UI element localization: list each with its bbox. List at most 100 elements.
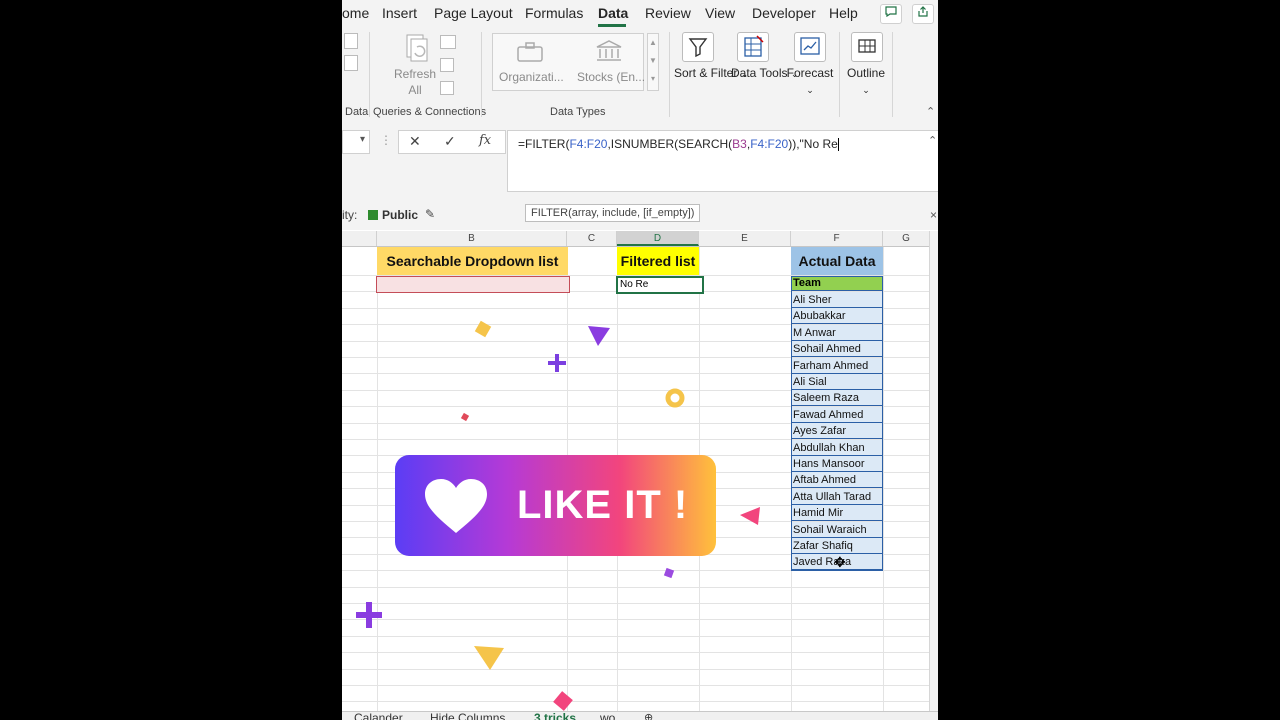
insert-function-icon[interactable]: fx <box>479 133 491 148</box>
enter-icon[interactable]: ✓ <box>444 133 456 150</box>
team-member-cell[interactable]: Saleem Raza <box>791 390 882 407</box>
menu-review[interactable]: Review <box>645 5 691 21</box>
team-member-cell[interactable]: Hans Mansoor <box>791 456 882 472</box>
formula-input[interactable]: =FILTER(F4:F20,ISNUMBER(SEARCH(B3,F4:F20… <box>507 130 938 192</box>
stocks-label[interactable]: Stocks (En... <box>577 70 645 84</box>
edit-links-icon[interactable] <box>440 81 454 95</box>
collapse-formula-icon[interactable]: ⌃ <box>928 134 937 147</box>
properties-icon[interactable] <box>440 58 454 72</box>
grid-row-line <box>342 586 930 588</box>
column-header-d[interactable]: D <box>617 231 699 246</box>
tab-hide-columns[interactable]: Hide Columns <box>430 712 505 720</box>
sensitivity-value[interactable]: Public <box>382 208 418 222</box>
confetti-ring <box>665 388 685 408</box>
team-member-cell[interactable]: Sohail Ahmed <box>791 341 882 358</box>
filtered-header-cell[interactable]: Filtered list <box>617 247 699 275</box>
actual-header-cell[interactable]: Actual Data <box>791 247 883 275</box>
team-member-cell[interactable]: Ali Sial <box>791 374 882 390</box>
stocks-icon <box>595 39 623 68</box>
cell-cursor-icon: ✥ <box>834 554 846 570</box>
select-all-corner[interactable] <box>342 231 377 246</box>
share-icon[interactable] <box>912 4 934 24</box>
outline-button[interactable]: Outline ⌄ <box>842 65 890 98</box>
text-cursor <box>837 138 839 152</box>
column-headers: B C D E F G <box>342 231 930 247</box>
team-member-cell[interactable]: M Anwar <box>791 324 882 341</box>
column-header-b[interactable]: B <box>377 231 567 246</box>
formula-part: ,ISNUMBER(SEARCH( <box>607 137 733 151</box>
menu-formulas[interactable]: Formulas <box>525 5 583 21</box>
outline-label: Outline <box>846 66 886 80</box>
formula-ref: F4:F20 <box>750 137 789 151</box>
ribbon-separator <box>892 32 893 117</box>
grid-row-line <box>342 668 930 670</box>
sensitivity-color-icon <box>368 210 378 220</box>
menu-page-layout[interactable]: Page Layout <box>434 5 513 21</box>
team-member-cell[interactable]: Abdullah Khan <box>791 439 882 456</box>
menu-insert[interactable]: Insert <box>382 5 417 21</box>
tab-wo[interactable]: wo <box>600 712 615 720</box>
function-tooltip: FILTER(array, include, [if_empty]) <box>525 204 701 222</box>
tab-calander[interactable]: Calander <box>354 712 403 720</box>
close-icon[interactable]: × <box>930 208 937 222</box>
column-header-g[interactable]: G <box>883 231 930 246</box>
filter-icon[interactable] <box>682 32 714 62</box>
confetti-diamond <box>553 691 573 711</box>
team-member-cell[interactable]: Aftab Ahmed <box>791 472 882 489</box>
team-member-cell[interactable]: Farham Ahmed <box>791 357 882 374</box>
collapse-ribbon-icon[interactable]: ⌃ <box>926 105 935 118</box>
menu-help[interactable]: Help <box>829 5 858 21</box>
grid-column-line <box>377 247 378 711</box>
from-text-icon[interactable] <box>344 55 358 71</box>
grid-row-line <box>342 701 930 703</box>
ribbon-separator <box>481 32 482 117</box>
team-member-cell[interactable]: Hamid Mir <box>791 505 882 522</box>
team-member-cell[interactable]: Ayes Zafar <box>791 423 882 440</box>
menu-developer[interactable]: Developer <box>752 5 816 21</box>
outline-icon[interactable] <box>851 32 883 62</box>
cancel-icon[interactable]: ✕ <box>409 133 421 150</box>
sort-filter-button[interactable]: Sort & Filter ⌄ <box>674 65 748 82</box>
team-header-cell[interactable]: Team <box>791 276 883 291</box>
column-header-c[interactable]: C <box>567 231 617 246</box>
confetti-diamond <box>474 320 492 338</box>
namebox-chevron-icon[interactable]: ▾ <box>360 134 365 145</box>
column-header-e[interactable]: E <box>699 231 791 246</box>
vertical-scrollbar[interactable] <box>929 231 938 711</box>
grid-row-line <box>342 635 930 637</box>
menu-data[interactable]: Data <box>598 5 628 21</box>
column-header-f[interactable]: F <box>791 231 883 246</box>
organization-label[interactable]: Organizati... <box>499 70 564 84</box>
forecast-button[interactable]: Forecast ⌄ <box>782 65 838 98</box>
filtered-result-cell[interactable]: No Re <box>616 276 704 294</box>
search-input-cell[interactable] <box>376 276 570 293</box>
queries-icon[interactable] <box>440 35 456 49</box>
refresh-all-icon[interactable] <box>404 33 428 65</box>
get-data-icon[interactable] <box>344 33 358 49</box>
gallery-scroll[interactable]: ▲ ▼ ▾ <box>647 33 659 91</box>
data-tools-icon[interactable] <box>737 32 769 62</box>
team-member-cell[interactable]: Fawad Ahmed <box>791 406 882 423</box>
team-member-cell[interactable]: Zafar Shafiq <box>791 538 882 554</box>
add-sheet-icon[interactable]: ⊕ <box>644 712 653 720</box>
team-member-cell[interactable]: Atta Ullah Tarad <box>791 488 882 505</box>
data-tools-button[interactable]: Data Tools ⌄ <box>731 65 798 82</box>
data-types-gallery[interactable]: Organizati... Stocks (En... <box>492 33 645 91</box>
team-member-cell[interactable]: Sohail Waraich <box>791 521 882 538</box>
menu-view[interactable]: View <box>705 5 735 21</box>
name-box[interactable]: ▾ <box>342 130 370 154</box>
grid-row-line <box>342 603 930 604</box>
excel-window: ome Insert Page Layout Formulas Data Rev… <box>342 0 938 720</box>
refresh-all-label[interactable]: Refresh All <box>392 66 438 98</box>
chevron-down-icon: ⌄ <box>862 85 870 95</box>
comments-icon[interactable] <box>880 4 902 24</box>
searchable-header-cell[interactable]: Searchable Dropdown list <box>377 247 568 275</box>
team-member-cell[interactable]: Abubakkar <box>791 308 882 325</box>
menu-home[interactable]: ome <box>342 5 369 21</box>
edit-pencil-icon[interactable]: ✎ <box>425 207 435 221</box>
confetti-triangle <box>474 646 504 670</box>
team-member-cell[interactable]: Ali Sher <box>791 292 882 308</box>
drag-handle-icon[interactable]: ⋮ <box>380 133 392 147</box>
forecast-icon[interactable] <box>794 32 826 62</box>
ribbon: Data Refresh All Queries & Connections O… <box>342 27 938 123</box>
